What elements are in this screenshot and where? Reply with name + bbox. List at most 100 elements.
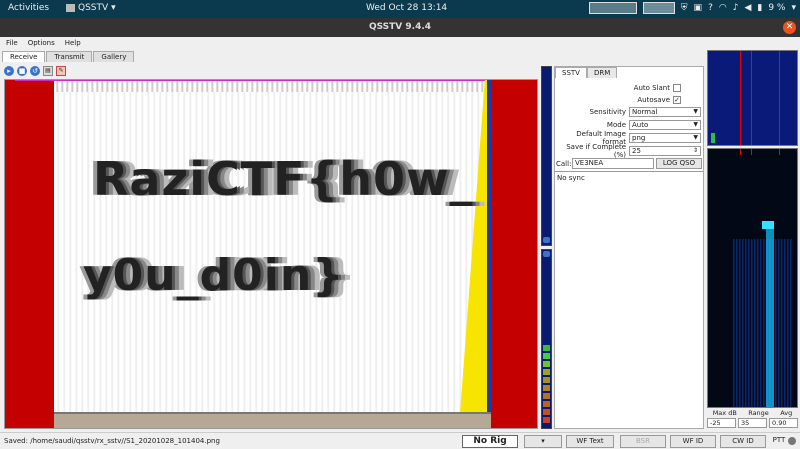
video-icon[interactable]: ▣ xyxy=(694,3,703,13)
log-text-area[interactable]: No sync xyxy=(555,171,703,428)
chevron-down-icon: ▾ xyxy=(541,437,545,445)
power-menu-icon[interactable]: ▾ xyxy=(791,3,796,13)
tab-sstv[interactable]: SSTV xyxy=(555,67,587,78)
status-bar: Saved: /home/saudi/qsstv/rx_sstv//S1_202… xyxy=(0,432,800,449)
activities-button[interactable]: Activities xyxy=(8,3,49,13)
app-menu-label: QSSTV xyxy=(78,3,109,13)
signal-level-bar xyxy=(541,249,552,429)
tab-transmit[interactable]: Transmit xyxy=(46,51,93,62)
sensitivity-row: Sensitivity Normal ▼ xyxy=(555,106,703,117)
battery-icon[interactable]: ▮ xyxy=(757,3,762,13)
vu-segment xyxy=(543,353,550,359)
wf-text-dropdown[interactable]: ▾ xyxy=(524,435,562,448)
shield-icon[interactable]: ⛨ xyxy=(681,3,688,13)
image-format-row: Default Image format png ▼ xyxy=(555,130,703,146)
resync-icon[interactable]: ↺ xyxy=(30,66,40,76)
window-title: QSSTV 9.4.4 xyxy=(368,22,432,32)
save-complete-label: Save if Complete (%) xyxy=(566,142,626,159)
menu-options[interactable]: Options xyxy=(28,39,55,47)
vu-segment xyxy=(543,401,550,407)
start-icon[interactable]: ▸ xyxy=(4,66,14,76)
sync-slider-handle[interactable] xyxy=(543,237,550,243)
bsr-button[interactable]: BSR xyxy=(620,435,666,448)
vu-segment xyxy=(543,417,550,423)
image-noise-top xyxy=(54,80,491,92)
call-label: Call: xyxy=(556,159,572,168)
app-menu[interactable]: QSSTV ▾ xyxy=(66,3,116,13)
save-icon[interactable]: ▤ xyxy=(43,66,53,76)
mode-select[interactable]: Auto ▼ xyxy=(629,119,701,130)
receive-toolbar: ▸ ■ ↺ ▤ ✎ xyxy=(4,66,66,76)
image-text-line-1: RaziCTF{h0w_ xyxy=(93,152,474,206)
image-text-line-2: y0u_d0in} xyxy=(83,250,345,301)
panel-tabs: SSTV DRM xyxy=(555,67,618,78)
chevron-down-icon: ▼ xyxy=(693,107,698,115)
save-complete-spinbox[interactable]: 25 ⇕ xyxy=(629,145,701,156)
spectrum-peak xyxy=(711,133,715,143)
image-red-left xyxy=(5,80,54,428)
erase-icon[interactable]: ✎ xyxy=(56,66,66,76)
vu-segment xyxy=(543,361,550,367)
wf-id-button[interactable]: WF ID xyxy=(670,435,716,448)
frequency-marker xyxy=(751,51,752,145)
sensitivity-select[interactable]: Normal ▼ xyxy=(629,106,701,117)
tray-widget-1[interactable] xyxy=(588,2,637,14)
spectrum-display[interactable] xyxy=(707,50,798,146)
tab-gallery[interactable]: Gallery xyxy=(93,51,135,62)
system-tray[interactable]: ⛨ ▣ ? ◠ ♪ ◀ ▮ 9 % ▾ xyxy=(588,2,796,14)
max-db-spinbox[interactable]: -25 xyxy=(707,418,736,428)
stop-icon[interactable]: ■ xyxy=(17,66,27,76)
tab-drm[interactable]: DRM xyxy=(586,67,618,78)
frequency-marker xyxy=(779,51,780,145)
waterfall-signal xyxy=(766,227,774,407)
mode-value: Auto xyxy=(632,120,649,129)
image-format-select[interactable]: png ▼ xyxy=(629,132,701,143)
avg-spinbox[interactable]: 0.90 xyxy=(769,418,798,428)
system-top-bar: Activities QSSTV ▾ Wed Oct 28 13:14 ⛨ ▣ … xyxy=(0,0,800,18)
waterfall-controls: Max dB Range Avg -25 35 0.90 xyxy=(707,409,798,431)
microphone-icon[interactable]: ♪ xyxy=(733,3,739,13)
signal-slider-handle[interactable] xyxy=(543,251,550,257)
autosave-checkbox[interactable]: ✓ xyxy=(673,95,681,104)
tab-receive[interactable]: Receive xyxy=(2,51,46,62)
image-bottom-strip xyxy=(54,414,491,428)
rig-status: No Rig xyxy=(462,435,518,448)
chevron-down-icon: ▾ xyxy=(111,3,116,13)
wf-text-button[interactable]: WF Text xyxy=(566,435,614,448)
app-icon xyxy=(66,4,75,12)
range-spinbox[interactable]: 35 xyxy=(738,418,767,428)
save-complete-value: 25 xyxy=(632,146,641,155)
menu-bar: File Options Help xyxy=(0,37,800,49)
menu-help[interactable]: Help xyxy=(65,39,81,47)
vu-segment xyxy=(543,377,550,383)
frequency-marker xyxy=(740,51,741,145)
auto-slant-checkbox[interactable] xyxy=(673,83,681,92)
call-row: Call: VE3NEA LOG QSO xyxy=(555,158,703,169)
main-tabs: Receive Transmit Gallery xyxy=(2,51,135,62)
avg-label: Avg xyxy=(780,409,793,417)
call-input[interactable]: VE3NEA xyxy=(572,158,654,169)
mode-label: Mode xyxy=(606,120,626,129)
close-icon[interactable]: ✕ xyxy=(783,21,796,34)
window-title-bar: QSSTV 9.4.4 ✕ xyxy=(0,18,800,37)
wifi-icon[interactable]: ◠ xyxy=(719,3,727,13)
log-qso-button[interactable]: LOG QSO xyxy=(656,158,702,169)
waterfall-display[interactable] xyxy=(707,148,798,408)
image-magenta-line xyxy=(15,80,535,81)
auto-slant-row: Auto Slant xyxy=(555,82,703,93)
spin-arrows-icon[interactable]: ⇕ xyxy=(693,147,698,155)
auto-slant-label: Auto Slant xyxy=(633,83,670,92)
tray-widget-2[interactable] xyxy=(642,2,675,14)
save-complete-row: Save if Complete (%) 25 ⇕ xyxy=(555,142,703,159)
vu-segment xyxy=(543,345,550,351)
waterfall-hotspot xyxy=(762,221,774,229)
menu-file[interactable]: File xyxy=(6,39,18,47)
frequency-marker xyxy=(740,149,741,155)
volume-icon[interactable]: ◀ xyxy=(744,3,751,13)
cw-id-button[interactable]: CW ID xyxy=(720,435,766,448)
clock[interactable]: Wed Oct 28 13:14 xyxy=(366,3,447,13)
sync-level-bar xyxy=(541,66,552,246)
help-icon[interactable]: ? xyxy=(708,3,713,13)
frequency-marker xyxy=(751,149,752,155)
image-red-right xyxy=(491,80,537,428)
